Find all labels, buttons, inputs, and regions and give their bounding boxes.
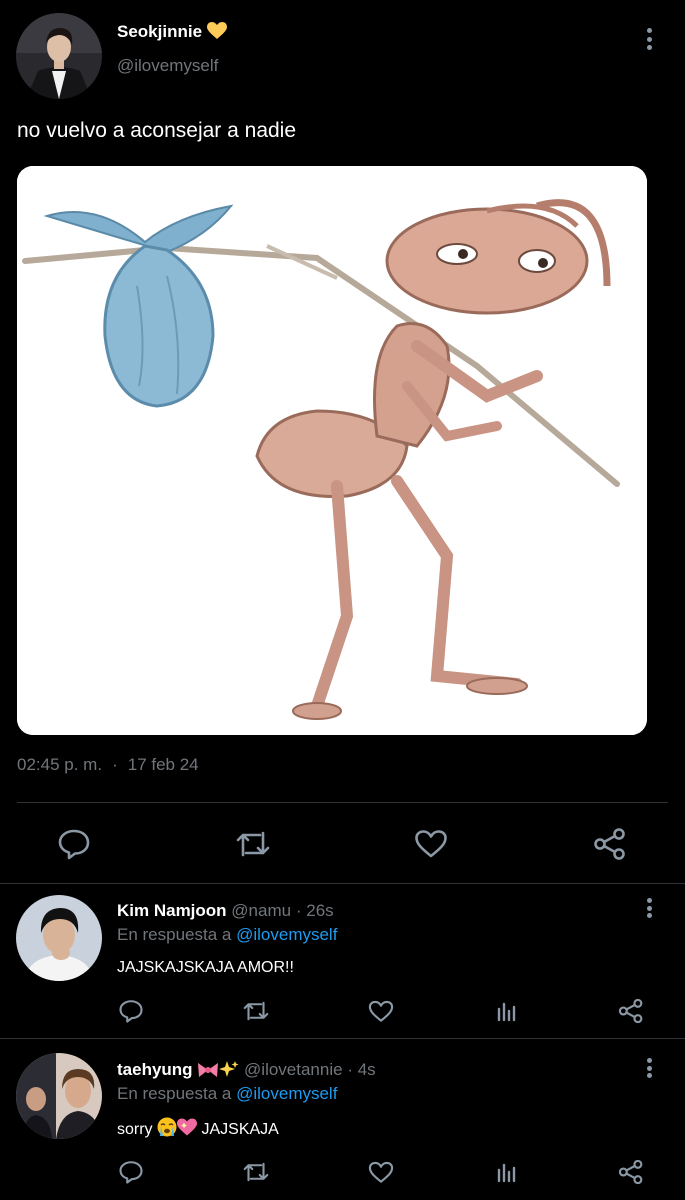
handle[interactable]: @ilovetannie <box>244 1060 343 1079</box>
reply-context: En respuesta a @ilovemyself <box>117 925 337 945</box>
yellow-heart-icon <box>206 22 227 45</box>
reply-actions <box>0 994 685 1030</box>
reply-prefix: En respuesta a <box>117 925 232 944</box>
ant-with-bindle-illustration <box>17 166 647 735</box>
retweet-icon[interactable] <box>240 1157 272 1187</box>
display-name-text: Seokjinnie <box>117 22 203 41</box>
avatar[interactable] <box>16 1053 102 1139</box>
reply-age: 4s <box>357 1060 376 1079</box>
reply-mention-link[interactable]: @ilovemyself <box>236 1084 337 1103</box>
ribbon-icon <box>197 1062 219 1083</box>
separator-dot: · <box>347 1060 353 1079</box>
like-icon[interactable] <box>366 1157 396 1187</box>
display-name[interactable]: Seokjinnie <box>117 22 227 45</box>
reply-icon[interactable] <box>56 826 92 862</box>
tweet-date: 17 feb 24 <box>127 755 199 774</box>
more-options-icon[interactable] <box>644 898 654 918</box>
reply-actions <box>0 1155 685 1191</box>
reply-text-start: sorry <box>117 1121 153 1138</box>
tweet-timestamp[interactable]: 02:45 p. m. · 17 feb 24 <box>17 755 199 775</box>
reply-tweet[interactable]: taehyung @ilovetannie · 4s En respuesta … <box>0 1039 685 1200</box>
views-icon[interactable] <box>492 1157 522 1187</box>
reply-text: sorry JAJSKAJA <box>117 1117 279 1142</box>
retweet-icon[interactable] <box>233 826 273 862</box>
separator-dot: · <box>295 901 302 920</box>
handle[interactable]: @namu <box>231 901 291 920</box>
like-icon[interactable] <box>413 826 449 862</box>
reply-mention-link[interactable]: @ilovemyself <box>236 925 337 944</box>
tweet-actions <box>0 818 685 868</box>
loudly-crying-face-icon <box>157 1117 177 1142</box>
reply-icon[interactable] <box>116 996 146 1026</box>
reply-tweet[interactable]: Kim Namjoon @namu · 26s En respuesta a @… <box>0 884 685 1038</box>
reply-text-end: JAJSKAJA <box>201 1121 279 1138</box>
views-icon[interactable] <box>492 996 522 1026</box>
retweet-icon[interactable] <box>240 996 272 1026</box>
like-icon[interactable] <box>366 996 396 1026</box>
tweet-time: 02:45 p. m. <box>17 755 103 774</box>
divider <box>17 802 668 803</box>
reply-header: Kim Namjoon @namu · 26s <box>117 901 334 921</box>
avatar[interactable] <box>16 13 102 99</box>
display-name[interactable]: Kim Namjoon <box>117 901 227 920</box>
share-icon[interactable] <box>592 826 628 862</box>
reply-age: 26s <box>306 901 334 920</box>
sparkles-icon <box>219 1060 239 1083</box>
reply-context: En respuesta a @ilovemyself <box>117 1084 337 1104</box>
more-options-icon[interactable] <box>644 28 654 50</box>
tweet-image[interactable] <box>17 166 647 735</box>
main-tweet: Seokjinnie @ilovemyself no vuelvo a acon… <box>0 0 685 883</box>
reply-text: JAJSKAJSKAJA AMOR!! <box>117 959 294 976</box>
separator-dot: · <box>112 755 118 774</box>
tweet-text: no vuelvo a aconsejar a nadie <box>17 119 297 142</box>
display-name[interactable]: taehyung <box>117 1060 193 1079</box>
share-icon[interactable] <box>616 996 646 1026</box>
handle[interactable]: @ilovemyself <box>117 56 218 76</box>
reply-icon[interactable] <box>116 1157 146 1187</box>
sparkling-heart-icon <box>177 1118 198 1142</box>
more-options-icon[interactable] <box>644 1058 654 1078</box>
share-icon[interactable] <box>616 1157 646 1187</box>
avatar[interactable] <box>16 895 102 981</box>
reply-header: taehyung @ilovetannie · 4s <box>117 1060 376 1083</box>
reply-prefix: En respuesta a <box>117 1084 232 1103</box>
